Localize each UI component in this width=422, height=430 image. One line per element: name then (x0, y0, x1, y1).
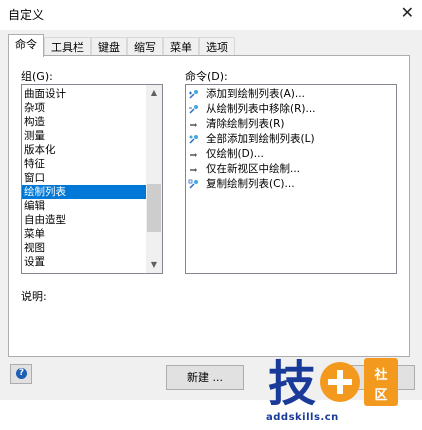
close-window-icon[interactable]: ✕ (401, 3, 414, 22)
svg-text:社: 社 (373, 367, 387, 383)
watermark-char: 技 (268, 356, 316, 412)
help-icon: ? (16, 368, 27, 379)
group-list-item[interactable]: 编辑 (22, 199, 146, 213)
add-all-to-draw-list-icon (188, 134, 206, 145)
description-label: 说明: (21, 290, 47, 303)
add-to-draw-list-icon (188, 89, 206, 100)
scroll-thumb[interactable] (147, 184, 161, 232)
group-list-item[interactable]: 杂项 (22, 101, 146, 115)
title-bar: 自定义 ✕ (0, 0, 422, 30)
tab-toolbars[interactable]: 工具栏 (44, 37, 91, 57)
command-list-item[interactable]: 仅绘制(D)... (186, 147, 396, 162)
tab-keyboard[interactable]: 键盘 (91, 37, 127, 57)
remove-from-draw-list-icon (188, 104, 206, 115)
draw-only-icon (188, 149, 206, 160)
group-list-item[interactable]: 绘制列表 (22, 185, 146, 199)
clear-draw-list-icon (188, 119, 206, 130)
group-list-item[interactable]: 设置 (22, 255, 146, 269)
commands-label: 命令(D): (185, 70, 228, 83)
copy-draw-list-icon (188, 179, 206, 190)
group-scrollbar[interactable]: ▲ ▼ (146, 85, 162, 273)
svg-text:区: 区 (374, 388, 387, 403)
command-label: 从绘制列表中移除(R)... (206, 103, 316, 115)
group-list-item[interactable]: 特征 (22, 157, 146, 171)
command-list-item[interactable]: 复制绘制列表(C)... (186, 177, 396, 192)
command-label: 复制绘制列表(C)... (206, 178, 295, 190)
command-label: 仅在新视区中绘制... (206, 163, 301, 175)
tab-strip: 命令 工具栏 键盘 缩写 菜单 选项 (8, 34, 235, 57)
command-list-item[interactable]: 从绘制列表中移除(R)... (186, 102, 396, 117)
group-listbox[interactable]: 曲面设计 杂项 构造 测量 版本化 特征 窗口 绘制列表 编辑 自由造型 菜单 视图 设置 ▲ ▼ (21, 84, 163, 274)
tab-options[interactable]: 选项 (199, 37, 235, 57)
tab-abbreviations[interactable]: 缩写 (127, 37, 163, 57)
command-label: 仅绘制(D)... (206, 148, 264, 160)
command-list-item[interactable]: 全部添加到绘制列表(L) (186, 132, 396, 147)
group-list-item[interactable]: 菜单 (22, 227, 146, 241)
tab-menus[interactable]: 菜单 (163, 37, 199, 57)
draw-in-new-viewport-icon (188, 164, 206, 175)
group-list-item[interactable]: 构造 (22, 115, 146, 129)
tab-commands[interactable]: 命令 (8, 34, 44, 57)
watermark-logo: 技 社 区 addskills.cn (266, 350, 416, 430)
command-list-item[interactable]: 清除绘制列表(R) (186, 117, 396, 132)
command-label: 清除绘制列表(R) (206, 118, 285, 130)
group-list-item[interactable]: 自由造型 (22, 213, 146, 227)
group-label: 组(G): (21, 70, 53, 83)
commands-tab-panel: 组(G): 曲面设计 杂项 构造 测量 版本化 特征 窗口 绘制列表 编辑 自由造型 菜单 视图 设置 … (8, 55, 410, 357)
group-list-item[interactable]: 曲面设计 (22, 87, 146, 101)
group-list-item[interactable]: 窗口 (22, 171, 146, 185)
group-list-item[interactable]: 视图 (22, 241, 146, 255)
group-list-item[interactable]: 测量 (22, 129, 146, 143)
scroll-down-icon[interactable]: ▼ (146, 257, 162, 273)
window-title: 自定义 (8, 8, 45, 22)
command-list-item[interactable]: 添加到绘制列表(A)... (186, 87, 396, 102)
command-label: 添加到绘制列表(A)... (206, 88, 305, 100)
watermark-url: addskills.cn (266, 412, 339, 423)
scroll-up-icon[interactable]: ▲ (146, 85, 162, 101)
group-list-item[interactable]: 版本化 (22, 143, 146, 157)
new-button[interactable]: 新建 ... (166, 365, 244, 390)
command-label: 全部添加到绘制列表(L) (206, 133, 315, 145)
help-button[interactable]: ? (10, 364, 32, 384)
dialog-body: 命令 工具栏 键盘 缩写 菜单 选项 组(G): 曲面设计 杂项 构造 测量 版本化 特征… (0, 30, 422, 423)
command-list-item[interactable]: 仅在新视区中绘制... (186, 162, 396, 177)
commands-listbox[interactable]: 添加到绘制列表(A)... 从绘制列表中移除(R)... 清除绘制列表(R) 全部添加… (185, 84, 397, 274)
